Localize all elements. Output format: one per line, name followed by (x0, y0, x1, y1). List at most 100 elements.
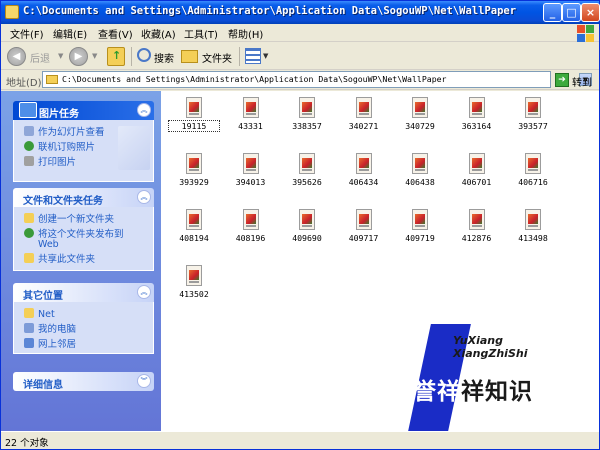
back-button-label[interactable]: 后退 (30, 50, 50, 65)
address-label: 地址(D) (6, 78, 42, 89)
search-icon[interactable] (137, 48, 151, 62)
file-item[interactable]: 340271 (339, 95, 389, 145)
picture-watermark-icon (118, 126, 150, 170)
file-item[interactable]: 19115 (168, 95, 220, 145)
image-file-icon (412, 97, 428, 118)
maximize-button[interactable]: □ (562, 3, 581, 22)
other-places-header[interactable]: 其它位置 ︽ (13, 283, 154, 302)
minimize-button[interactable]: _ (543, 3, 562, 22)
explorer-window: C:\Documents and Settings\Administrator\… (0, 0, 600, 450)
file-item[interactable]: 338357 (282, 95, 332, 145)
file-tasks-panel: 文件和文件夹任务 ︽ 创建一个新文件夹 将这个文件夹发布到 Web 共享此文件夹 (13, 188, 154, 271)
image-file-icon (186, 97, 202, 118)
watermark-text-cn: 誉祥祥知识 (413, 372, 533, 406)
up-folder-icon[interactable]: ↑ (107, 47, 125, 66)
file-item[interactable]: 409690 (282, 207, 332, 257)
task-order-prints[interactable]: 联机订购照片 (24, 141, 95, 153)
file-item[interactable]: 409719 (395, 207, 445, 257)
back-arrow-icon[interactable]: ◀ (7, 47, 26, 66)
expand-chevron-icon[interactable]: ︾ (137, 374, 151, 388)
place-net[interactable]: Net (24, 308, 55, 320)
forward-dropdown-icon[interactable]: ▼ (92, 52, 97, 60)
file-item[interactable]: 409717 (339, 207, 389, 257)
menu-help[interactable]: 帮助(H) (228, 26, 263, 41)
network-icon (24, 338, 34, 348)
picture-tasks-header[interactable]: 图片任务 ︽ (13, 101, 154, 120)
task-share-folder[interactable]: 共享此文件夹 (24, 253, 95, 265)
toolbar-separator (239, 47, 240, 66)
file-item[interactable]: 413502 (169, 263, 219, 313)
menu-edit[interactable]: 编辑(E) (53, 26, 87, 41)
image-file-icon (355, 209, 372, 230)
task-print-pictures[interactable]: 打印图片 (24, 156, 76, 168)
menu-favorites[interactable]: 收藏(A) (141, 26, 176, 41)
file-name: 406701 (461, 177, 492, 187)
task-new-folder[interactable]: 创建一个新文件夹 (24, 213, 114, 225)
file-item[interactable]: 393577 (508, 95, 558, 145)
place-my-computer[interactable]: 我的电脑 (24, 323, 76, 335)
share-folder-icon (24, 253, 34, 263)
views-icon[interactable] (245, 48, 261, 64)
file-item[interactable]: 363164 (452, 95, 502, 145)
forward-arrow-icon[interactable]: ▶ (69, 47, 88, 66)
image-file-icon (525, 153, 541, 174)
file-item[interactable]: 412876 (452, 207, 502, 257)
file-item[interactable]: 394013 (226, 151, 276, 201)
file-item[interactable]: 406716 (508, 151, 558, 201)
search-button-label[interactable]: 搜索 (154, 50, 174, 65)
go-button-label[interactable]: 转到 (572, 74, 592, 89)
picture-icon (19, 102, 37, 118)
menu-file[interactable]: 文件(F) (10, 26, 44, 41)
file-name: 409717 (348, 233, 379, 243)
file-item[interactable]: 408194 (169, 207, 219, 257)
place-network[interactable]: 网上邻居 (24, 338, 76, 350)
file-name: 394013 (235, 177, 266, 187)
address-value: C:\Documents and Settings\Administrator\… (62, 74, 447, 84)
toolbar: ◀ 后退 ▼ ▶ ▼ ↑ 搜索 文件夹 ▼ (1, 43, 599, 70)
computer-icon (24, 323, 34, 333)
file-item[interactable]: 393929 (169, 151, 219, 201)
file-item[interactable]: 395626 (282, 151, 332, 201)
image-file-icon (299, 209, 315, 230)
folders-icon[interactable] (181, 50, 198, 63)
file-tasks-header[interactable]: 文件和文件夹任务 ︽ (13, 188, 154, 207)
slideshow-icon (24, 126, 34, 136)
title-bar[interactable]: C:\Documents and Settings\Administrator\… (1, 1, 600, 24)
file-item[interactable]: 408196 (226, 207, 276, 257)
file-name: 409719 (405, 233, 435, 243)
image-file-icon (468, 209, 485, 230)
file-item[interactable]: 43331 (226, 95, 276, 145)
go-arrow-icon[interactable]: ➔ (555, 73, 569, 87)
folder-icon (46, 75, 58, 84)
panel-title: 详细信息 (23, 380, 63, 391)
file-item[interactable]: 406701 (452, 151, 502, 201)
folders-button-label[interactable]: 文件夹 (202, 50, 232, 65)
details-panel: 详细信息 ︾ (13, 372, 154, 391)
toolbar-separator (131, 47, 132, 66)
collapse-chevron-icon[interactable]: ︽ (137, 190, 151, 204)
file-item[interactable]: 406438 (395, 151, 445, 201)
object-count: 22 个对象 (5, 438, 49, 449)
file-name: 412876 (461, 233, 492, 243)
file-name: 406716 (518, 177, 548, 187)
collapse-chevron-icon[interactable]: ︽ (137, 103, 151, 117)
views-dropdown-icon[interactable]: ▼ (263, 52, 268, 60)
task-slideshow[interactable]: 作为幻灯片查看 (24, 126, 105, 138)
details-header[interactable]: 详细信息 ︾ (13, 372, 154, 391)
menu-tools[interactable]: 工具(T) (184, 26, 218, 41)
watermark-line2: XiangZhiShi (453, 347, 528, 360)
back-dropdown-icon[interactable]: ▼ (58, 52, 63, 60)
file-item[interactable]: 413498 (508, 207, 558, 257)
image-file-icon (468, 153, 485, 174)
image-file-icon (186, 209, 202, 230)
collapse-chevron-icon[interactable]: ︽ (137, 285, 151, 299)
globe-icon (24, 141, 34, 151)
address-input[interactable]: C:\Documents and Settings\Administrator\… (42, 71, 592, 88)
panel-title: 文件和文件夹任务 (23, 196, 103, 207)
menu-view[interactable]: 查看(V) (98, 26, 133, 41)
task-publish-web-continued[interactable]: Web (38, 239, 59, 250)
file-item[interactable]: 340729 (395, 95, 445, 145)
file-item[interactable]: 406434 (339, 151, 389, 201)
close-button[interactable]: × (581, 3, 600, 22)
file-name: 363164 (461, 121, 492, 131)
